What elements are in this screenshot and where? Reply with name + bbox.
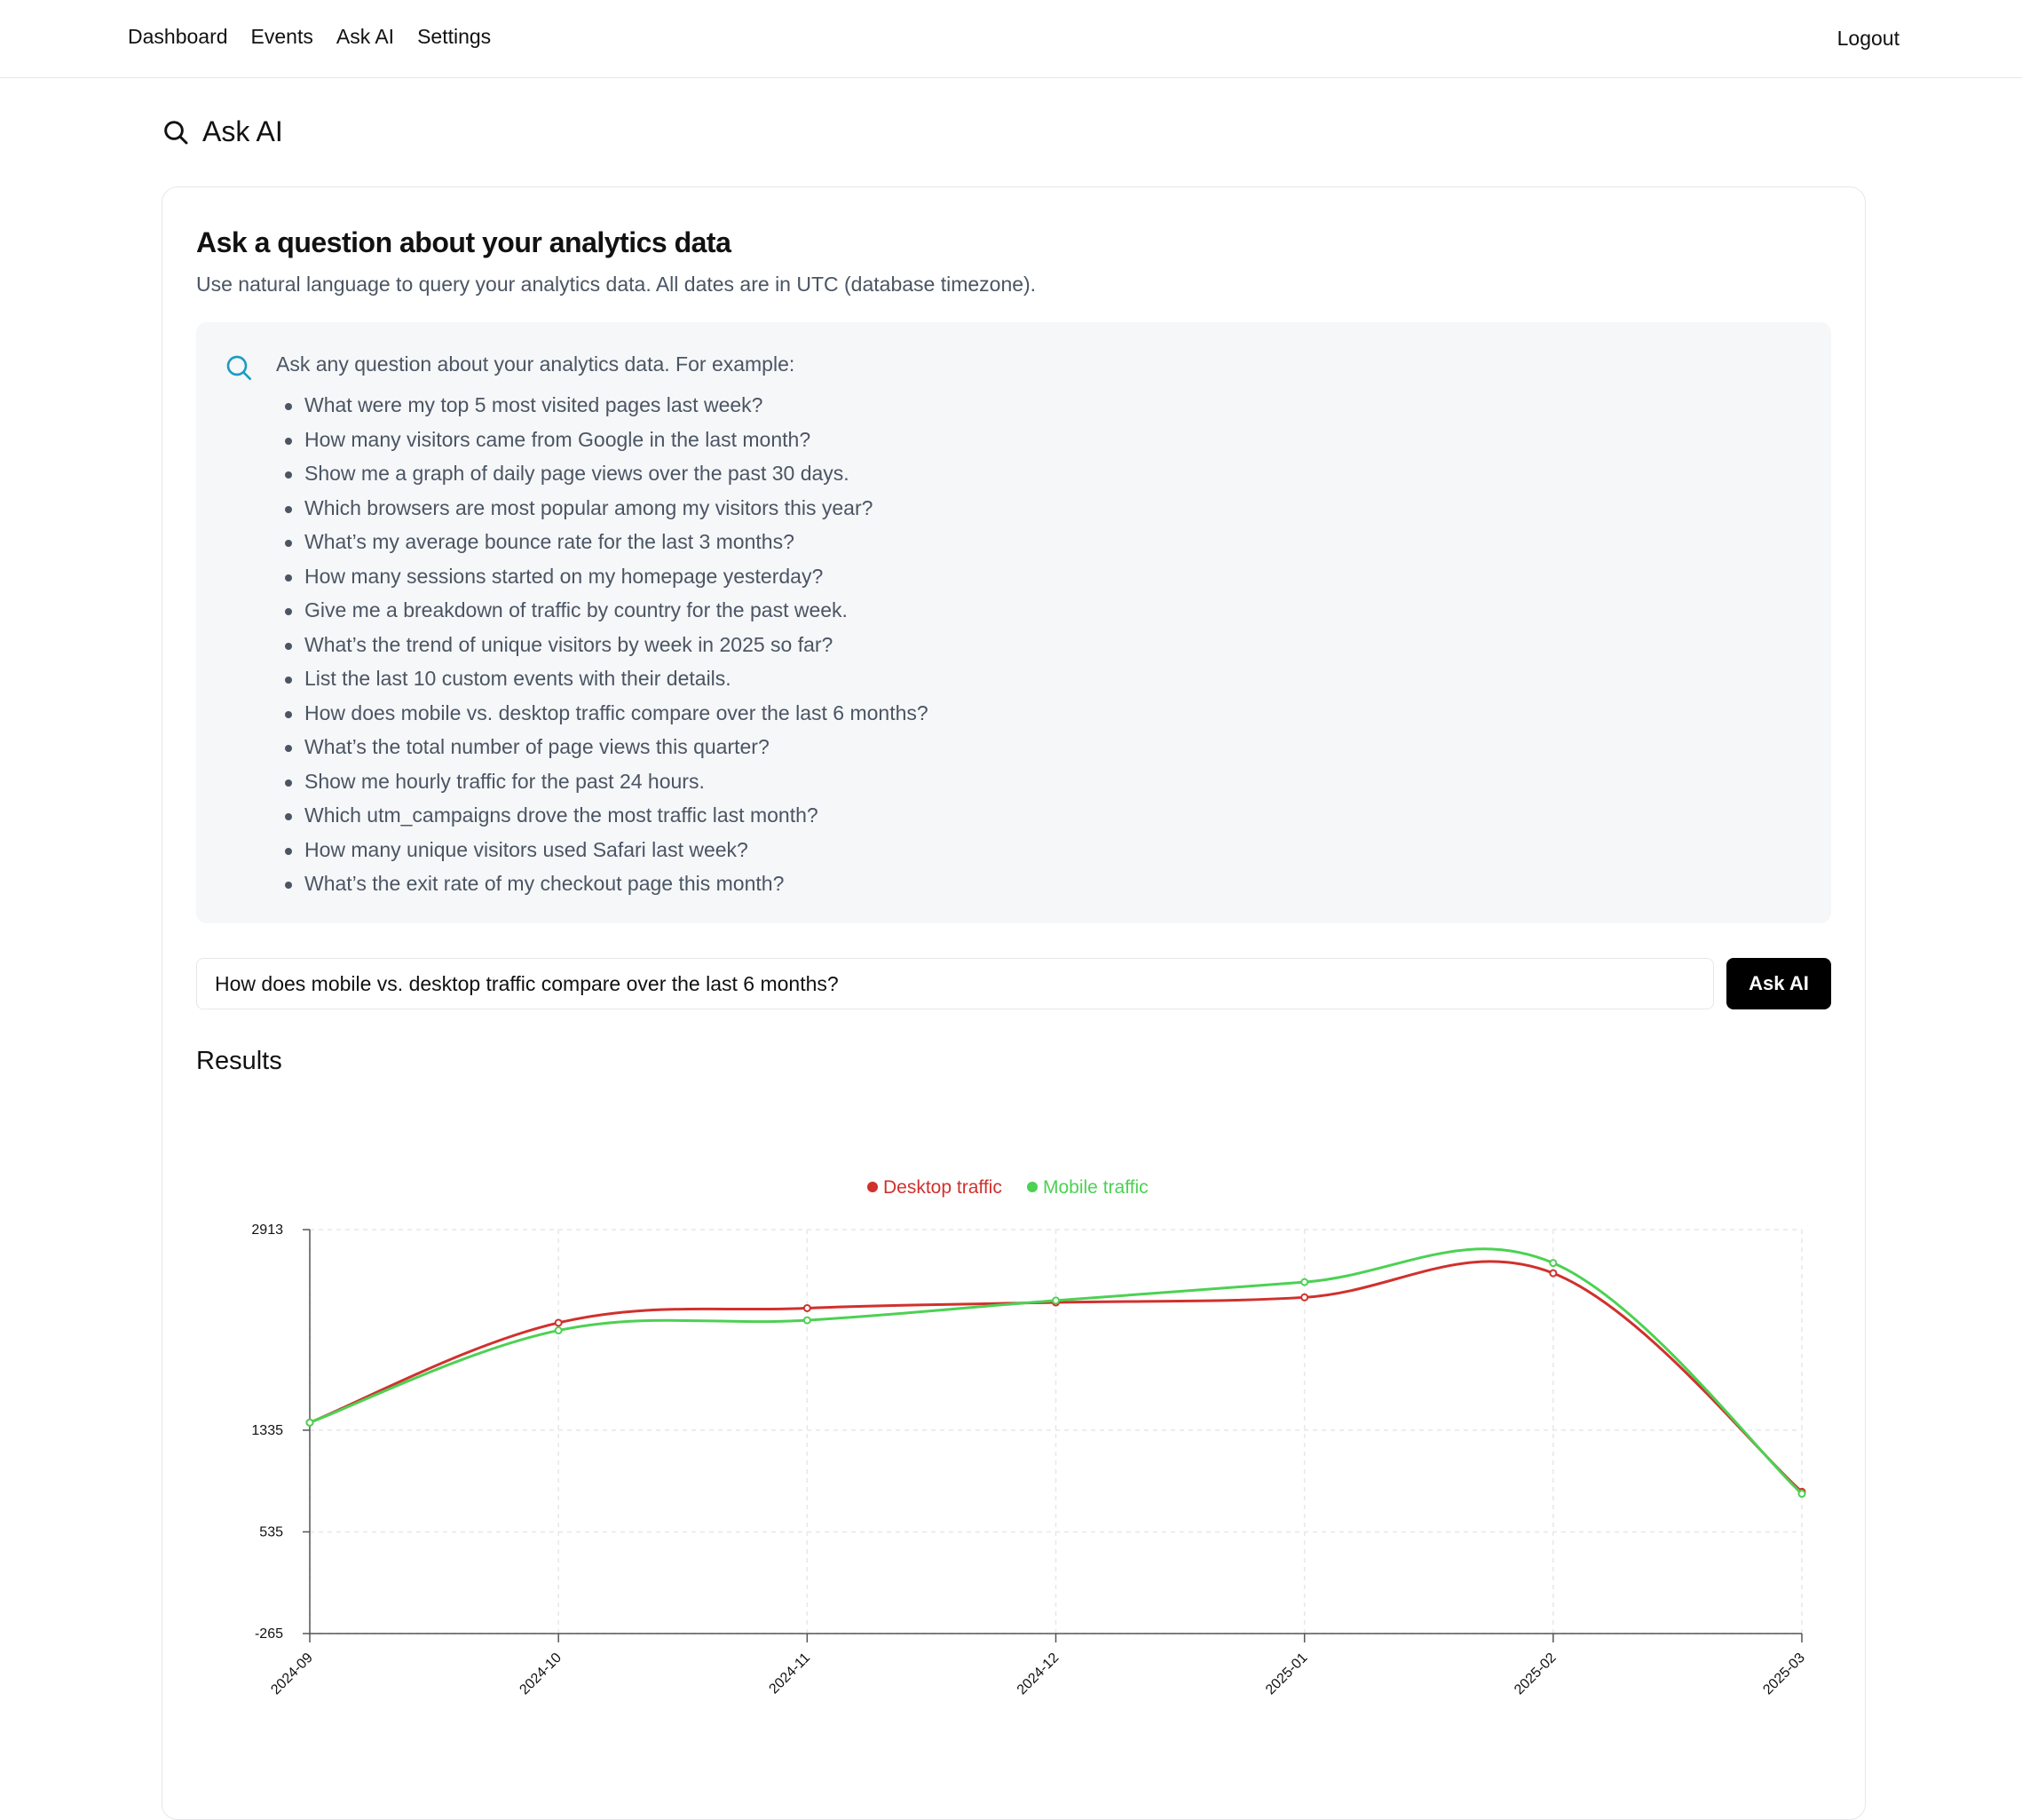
mobile-traffic-point <box>305 1418 314 1427</box>
x-tick-label: 2025-03 <box>1760 1650 1808 1698</box>
nav-link-settings[interactable]: Settings <box>417 25 491 49</box>
logout-link[interactable]: Logout <box>1837 27 1900 51</box>
mobile-traffic-legend-swatch <box>1027 1182 1038 1192</box>
desktop-traffic-legend-label: Desktop traffic <box>883 1177 1002 1198</box>
example-item: What’s the total number of page views th… <box>276 730 928 764</box>
top-nav: Dashboard Events Ask AI Settings Logout <box>0 0 2022 78</box>
mobile-traffic-legend-label: Mobile traffic <box>1043 1177 1149 1198</box>
search-icon <box>226 355 251 380</box>
desktop-traffic-point <box>1300 1293 1309 1302</box>
examples-panel: Ask any question about your analytics da… <box>196 322 1831 923</box>
example-item: What’s the exit rate of my checkout page… <box>276 866 928 901</box>
example-item: How does mobile vs. desktop traffic comp… <box>276 696 928 731</box>
desktop-traffic-legend-swatch <box>867 1182 878 1192</box>
example-item: How many unique visitors used Safari las… <box>276 833 928 867</box>
search-icon <box>164 120 188 144</box>
y-tick-label: 2913 <box>251 1223 283 1238</box>
desktop-traffic-point <box>554 1318 563 1327</box>
examples-list: What were my top 5 most visited pages la… <box>276 388 928 901</box>
traffic-chart: 2913 1335 535 -265 2024-09 2024-10 2024-11 2024… <box>162 1154 1866 1802</box>
mobile-traffic-point <box>1300 1278 1309 1286</box>
mobile-traffic-point <box>1549 1259 1558 1268</box>
ask-ai-button[interactable]: Ask AI <box>1726 958 1831 1009</box>
example-item: How many sessions started on my homepage… <box>276 559 928 594</box>
y-tick-label: 1335 <box>251 1423 283 1438</box>
desktop-traffic-point <box>802 1303 811 1312</box>
example-item: How many visitors came from Google in th… <box>276 423 928 457</box>
question-input[interactable] <box>196 958 1714 1009</box>
example-item: What’s my average bounce rate for the la… <box>276 525 928 559</box>
nav-links: Dashboard Events Ask AI Settings <box>128 25 491 49</box>
mobile-traffic-point <box>554 1326 563 1335</box>
example-item: Give me a breakdown of traffic by countr… <box>276 593 928 628</box>
y-tick-label: 535 <box>259 1524 283 1539</box>
card-title: Ask a question about your analytics data <box>196 226 731 258</box>
mobile-traffic-point <box>1052 1296 1060 1305</box>
results-title: Results <box>196 1047 282 1075</box>
nav-link-events[interactable]: Events <box>251 25 313 49</box>
example-item: Show me hourly traffic for the past 24 h… <box>276 764 928 799</box>
x-tick-label: 2025-01 <box>1263 1650 1311 1698</box>
page-title: Ask AI <box>202 115 283 147</box>
mobile-traffic-point <box>802 1316 811 1325</box>
y-tick-label: -265 <box>255 1626 283 1642</box>
desktop-traffic-point <box>1549 1269 1558 1278</box>
x-tick-label: 2024-11 <box>766 1650 813 1697</box>
x-tick-label: 2025-02 <box>1512 1650 1560 1698</box>
page-header: Ask AI <box>162 115 283 148</box>
example-item: What were my top 5 most visited pages la… <box>276 388 928 423</box>
x-tick-label: 2024-09 <box>268 1650 316 1698</box>
example-item: Which browsers are most popular among my… <box>276 491 928 526</box>
nav-link-ask-ai[interactable]: Ask AI <box>336 25 394 49</box>
nav-link-dashboard[interactable]: Dashboard <box>128 25 228 49</box>
examples-lead: Ask any question about your analytics da… <box>276 352 795 376</box>
x-tick-label: 2024-10 <box>517 1650 565 1698</box>
example-item: What’s the trend of unique visitors by w… <box>276 628 928 662</box>
example-item: Show me a graph of daily page views over… <box>276 456 928 491</box>
example-item: List the last 10 custom events with thei… <box>276 661 928 696</box>
card-subtitle: Use natural language to query your analy… <box>196 273 1037 296</box>
example-item: Which utm_campaigns drove the most traff… <box>276 798 928 833</box>
x-tick-label: 2024-12 <box>1015 1650 1062 1698</box>
line-chart: 2913 1335 535 -265 2024-09 2024-10 2024-11 2024… <box>251 1177 1808 1698</box>
mobile-traffic-point <box>1797 1490 1806 1499</box>
